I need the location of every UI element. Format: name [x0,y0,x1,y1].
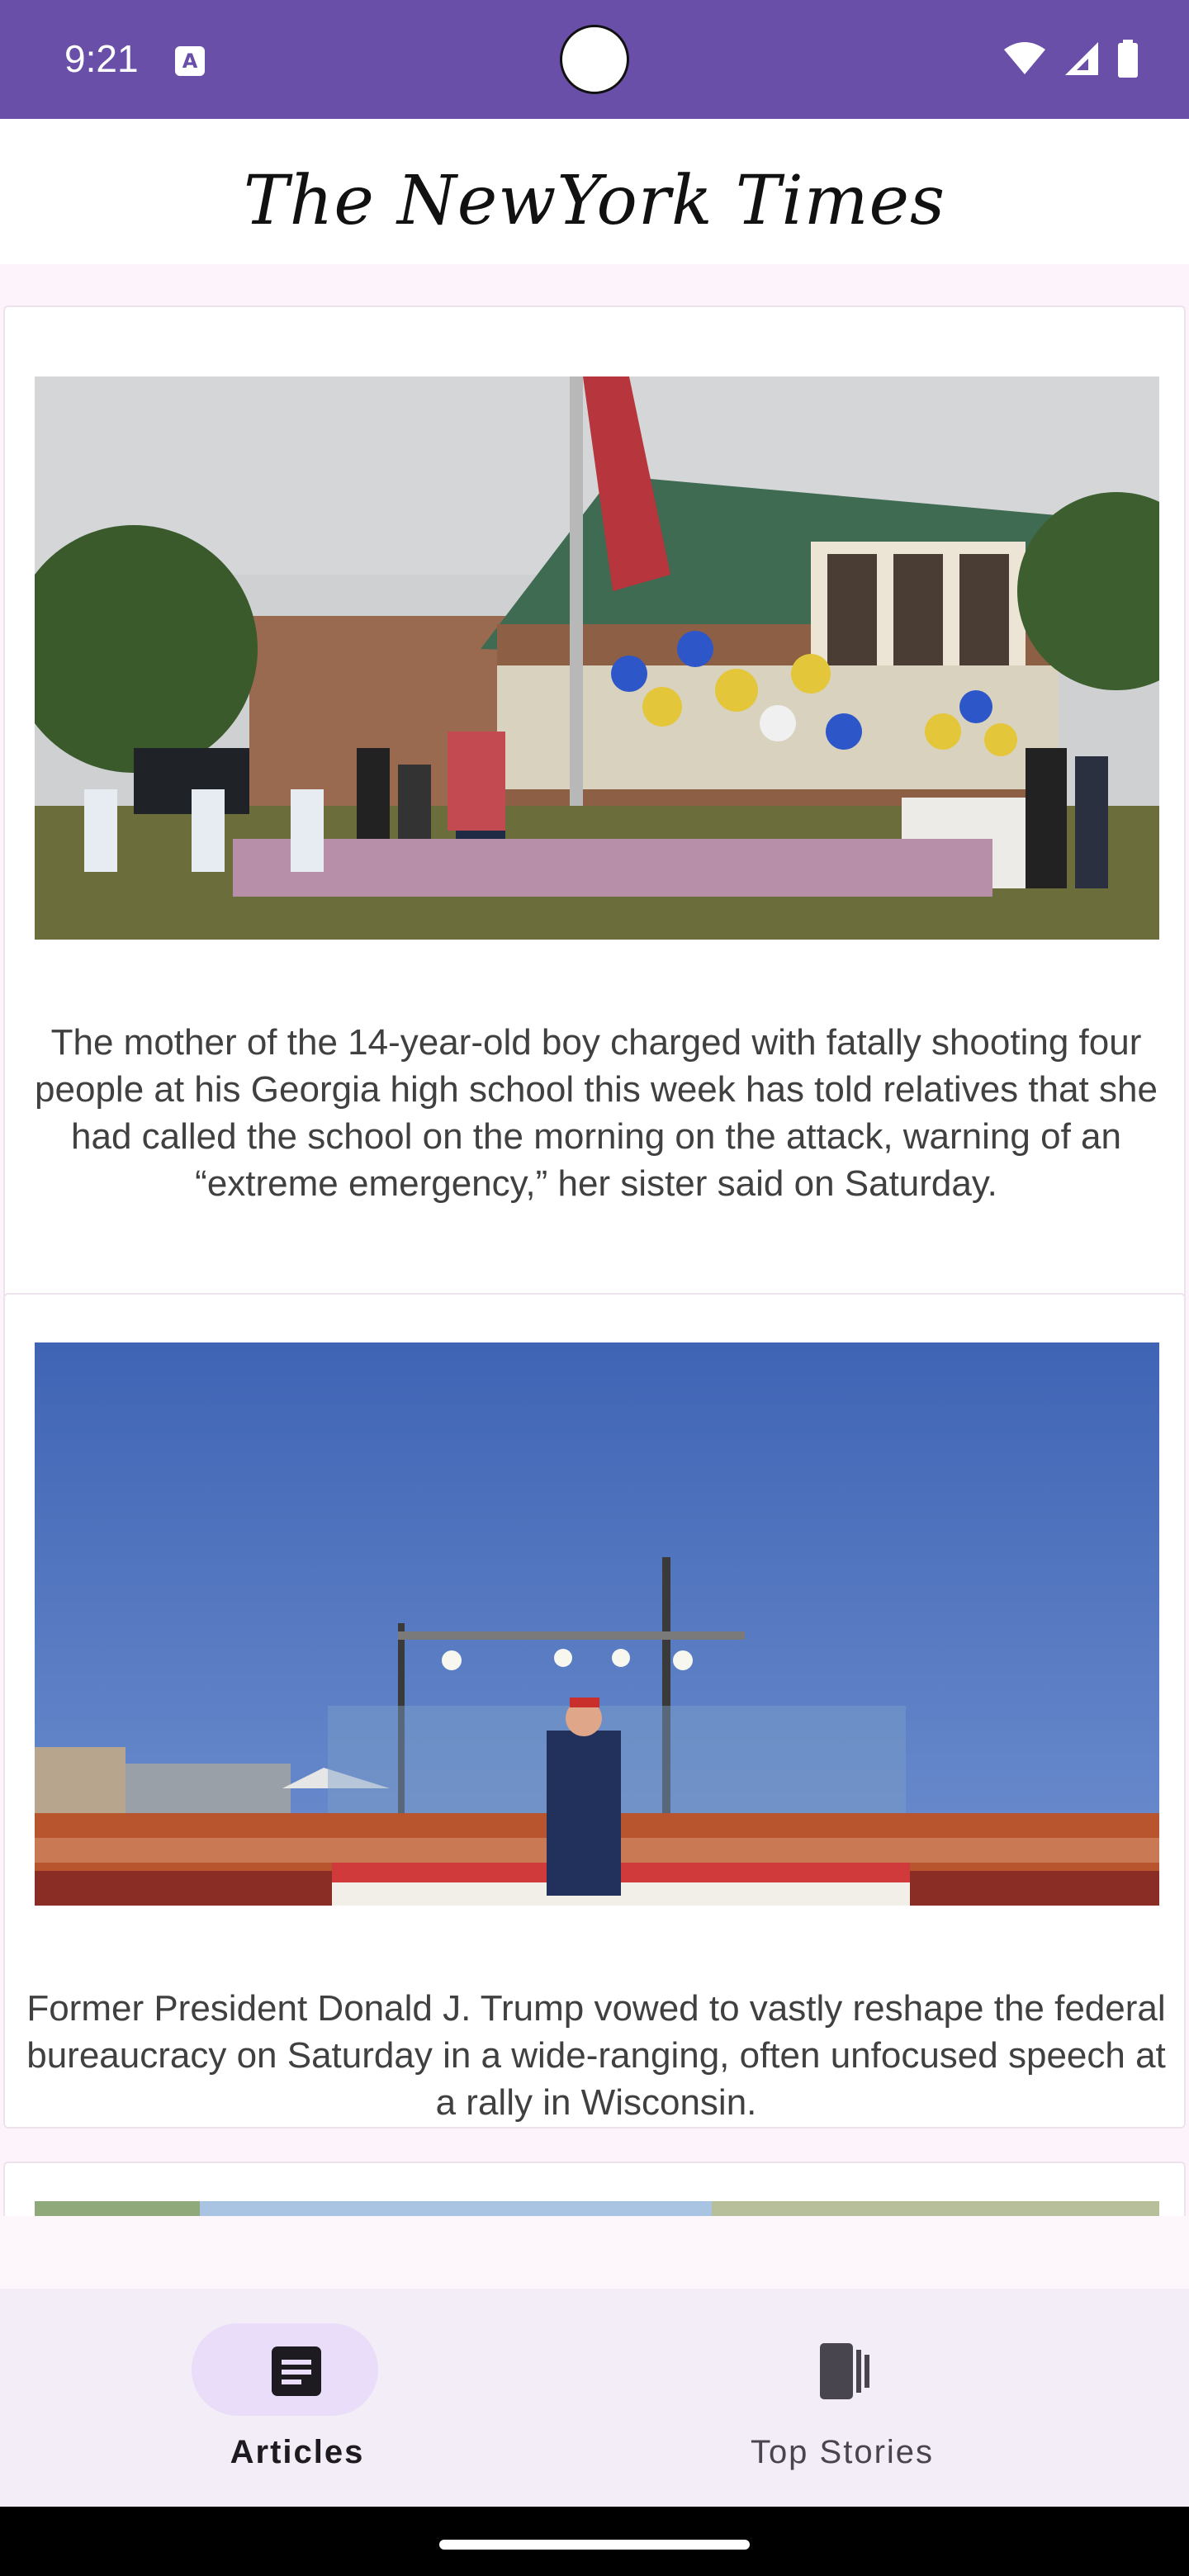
app-title: The NewYork Times [243,162,946,240]
article-abstract: The mother of the 14-year-old boy charge… [35,1022,1158,1204]
article-image[interactable] [35,1342,1159,1906]
battery-icon [1118,40,1138,78]
memorial-photo-icon [35,376,1159,940]
bottom-navigation: Articles Top Stories [0,2289,1189,2507]
landscape-photo-icon [35,2201,1159,2216]
gesture-navigation-area [0,2507,1189,2576]
article-abstract: Former President Donald J. Trump vowed t… [26,1988,1166,2123]
home-gesture-handle[interactable] [439,2540,750,2550]
nav-item-articles[interactable]: Articles [0,2289,594,2507]
article-image[interactable] [35,376,1159,940]
article-icon [272,2346,321,2396]
article-card[interactable]: Former President Donald J. Trump vowed t… [3,1293,1186,2129]
article-feed[interactable]: The mother of the 14-year-old boy charge… [0,264,1189,2216]
nav-item-top-stories[interactable]: Top Stories [545,2289,1139,2507]
notification-app-icon: A [175,46,205,76]
signal-icon [1065,42,1098,75]
nav-label-top-stories: Top Stories [750,2434,935,2470]
stories-icon [820,2343,869,2399]
status-time: 9:21 [64,37,139,80]
nav-label-articles: Articles [230,2434,365,2470]
camera-cutout [560,25,629,94]
article-card[interactable] [3,2162,1186,2216]
status-bar: 9:21 A [0,0,1189,119]
rally-photo-icon [35,1342,1159,1906]
wifi-icon [1004,42,1045,74]
article-image[interactable] [35,2201,1159,2216]
app-bar: The NewYork Times [0,119,1189,264]
status-icons [1002,38,1139,79]
